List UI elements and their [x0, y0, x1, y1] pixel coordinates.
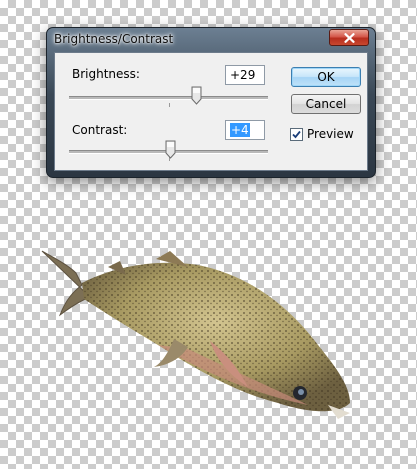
close-button[interactable] — [329, 29, 369, 46]
close-icon — [343, 32, 355, 43]
dialog-content: Brightness: +29 Contrast: +4 OK Cancel P… — [54, 52, 368, 171]
brightness-contrast-dialog: Brightness/Contrast Brightness: +29 Cont… — [46, 27, 376, 178]
brightness-value: +29 — [230, 68, 256, 82]
brightness-center-tick — [169, 103, 170, 107]
fish-image — [41, 250, 350, 419]
preview-checkbox[interactable] — [290, 128, 303, 141]
brightness-label: Brightness: — [72, 67, 140, 81]
dialog-title: Brightness/Contrast — [54, 32, 174, 46]
contrast-label: Contrast: — [72, 123, 128, 137]
brightness-slider-track[interactable] — [69, 96, 268, 100]
checkmark-icon — [292, 130, 301, 139]
cancel-button[interactable]: Cancel — [291, 94, 361, 114]
brightness-input[interactable]: +29 — [225, 65, 265, 85]
ok-button[interactable]: OK — [291, 67, 361, 87]
preview-label: Preview — [307, 127, 354, 141]
contrast-value: +4 — [230, 123, 250, 137]
contrast-slider-thumb[interactable] — [165, 140, 176, 159]
contrast-input[interactable]: +4 — [225, 120, 265, 140]
brightness-slider-thumb[interactable] — [191, 86, 202, 105]
